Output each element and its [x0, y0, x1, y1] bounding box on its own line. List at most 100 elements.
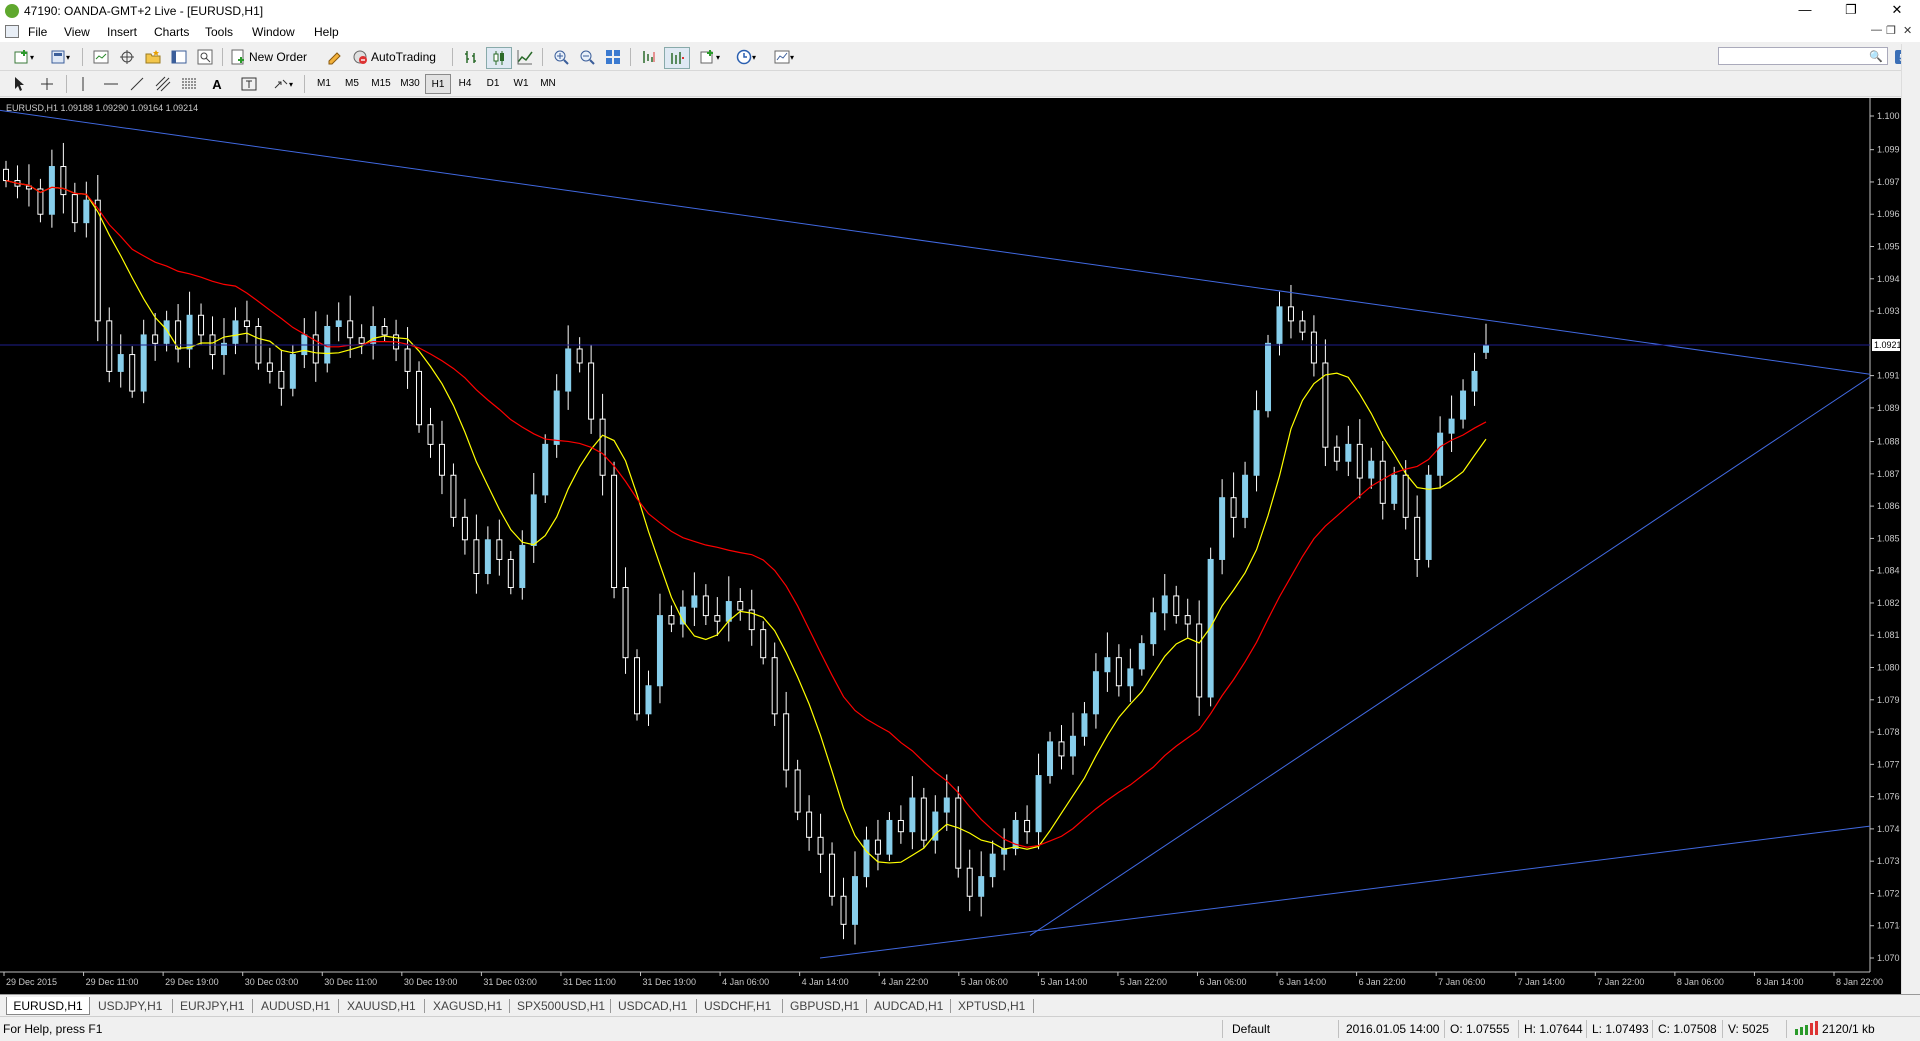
mdi-minimize-button[interactable]: — — [1871, 24, 1882, 36]
tf-d1[interactable]: D1 — [480, 74, 506, 94]
tab-xptusd[interactable]: XPTUSD,H1 — [956, 997, 1027, 1015]
vertical-scrollbar[interactable] — [1901, 44, 1920, 994]
tf-w1[interactable]: W1 — [508, 74, 534, 94]
restore-button[interactable]: ❐ — [1828, 0, 1874, 22]
vertical-line-button[interactable] — [72, 74, 94, 94]
bear-candle — [129, 354, 136, 392]
zoom-in-icon — [553, 49, 569, 65]
tf-m5[interactable]: M5 — [339, 74, 365, 94]
autotrading-button[interactable]: AutoTrading — [352, 47, 446, 67]
tf-m1[interactable]: M1 — [311, 74, 337, 94]
time-label: 6 Jan 14:00 — [1279, 977, 1326, 987]
search-box[interactable]: 🔍 — [1718, 47, 1888, 65]
fibonacci-icon — [181, 76, 197, 92]
zoom-in-button[interactable] — [550, 47, 572, 67]
terminal-button[interactable] — [168, 47, 190, 67]
candlestick-chart-button[interactable] — [486, 47, 512, 69]
new-order-button[interactable]: New Order — [230, 47, 318, 67]
tab-audcad[interactable]: AUDCAD,H1 — [872, 997, 945, 1015]
auto-scroll-icon — [669, 50, 685, 66]
menu-help[interactable]: Help — [314, 25, 339, 39]
tab-gbpusd[interactable]: GBPUSD,H1 — [788, 997, 861, 1015]
data-window-button[interactable] — [116, 47, 138, 67]
cursor-button[interactable] — [8, 74, 30, 94]
menu-tools[interactable]: Tools — [205, 25, 233, 39]
bear-candle — [1230, 497, 1237, 518]
menu-window[interactable]: Window — [252, 25, 295, 39]
bull-candle — [1150, 612, 1157, 645]
symbol-tabs-bar: EURUSD,H1 USDJPY,H1 EURJPY,H1 AUDUSD,H1 … — [0, 994, 1920, 1017]
bear-candle — [611, 474, 618, 589]
arrows-button[interactable]: ▾ — [268, 74, 298, 94]
chart-window-icon[interactable] — [5, 25, 19, 38]
time-label: 6 Jan 06:00 — [1199, 977, 1246, 987]
cursor-icon — [11, 76, 27, 92]
profiles-button[interactable]: ▾ — [44, 47, 76, 67]
search-icon[interactable]: 🔍 — [1869, 50, 1883, 63]
crosshair-button[interactable] — [36, 74, 58, 94]
mdi-restore-button[interactable]: ❐ — [1886, 24, 1896, 37]
price-label: 1.08870 — [1877, 437, 1900, 447]
strategy-tester-button[interactable] — [194, 47, 216, 67]
bull-candle — [335, 320, 342, 328]
tf-h4[interactable]: H4 — [452, 74, 478, 94]
zoom-out-button[interactable] — [576, 47, 598, 67]
text-label-button[interactable] — [238, 74, 260, 94]
close-button[interactable]: ✕ — [1874, 0, 1920, 22]
tab-spx500usd[interactable]: SPX500USD,H1 — [515, 997, 607, 1015]
tab-usdcad[interactable]: USDCAD,H1 — [616, 997, 689, 1015]
new-chart-button[interactable]: ▾ — [8, 47, 40, 67]
tile-windows-button[interactable] — [602, 47, 624, 67]
bull-candle — [1448, 418, 1455, 434]
tab-eurusd[interactable]: EURUSD,H1 — [6, 997, 90, 1015]
bear-candle — [737, 601, 744, 611]
metaeditor-button[interactable] — [324, 47, 346, 67]
tf-m15[interactable]: M15 — [367, 74, 395, 94]
tab-eurjpy[interactable]: EURJPY,H1 — [178, 997, 246, 1015]
menu-charts[interactable]: Charts — [154, 25, 189, 39]
chart-window[interactable]: EURUSD,H1 1.09188 1.09290 1.09164 1.0921… — [0, 98, 1920, 994]
bear-candle — [507, 558, 514, 589]
market-watch-button[interactable] — [90, 47, 112, 67]
minimize-button[interactable]: — — [1782, 0, 1828, 22]
auto-scroll-button[interactable] — [664, 47, 690, 69]
bull-candle — [232, 320, 239, 344]
new-order-label: New Order — [249, 50, 308, 64]
equidistant-channel-button[interactable] — [152, 74, 174, 94]
bar-chart-button[interactable] — [460, 47, 482, 67]
menu-insert[interactable]: Insert — [107, 25, 137, 39]
bear-candle — [461, 516, 468, 541]
indicators-button[interactable]: ▾ — [694, 47, 726, 67]
price-label: 1.09105 — [1877, 371, 1900, 381]
bear-candle — [874, 839, 881, 855]
tf-m30[interactable]: M30 — [396, 74, 424, 94]
line-chart-button[interactable] — [514, 47, 536, 67]
periods-button[interactable]: ▾ — [730, 47, 762, 67]
clock-icon — [736, 49, 752, 65]
fibonacci-button[interactable] — [178, 74, 200, 94]
tab-usdchf[interactable]: USDCHF,H1 — [702, 997, 773, 1015]
search-input[interactable] — [1722, 49, 1866, 65]
mdi-close-button[interactable]: ✕ — [1903, 24, 1912, 37]
menu-view[interactable]: View — [64, 25, 90, 39]
templates-button[interactable]: ▾ — [768, 47, 800, 67]
price-label: 1.08410 — [1877, 566, 1900, 576]
time-label: 31 Dec 03:00 — [483, 977, 537, 987]
chart-shift-button[interactable] — [638, 47, 660, 67]
menu-file[interactable]: File — [28, 25, 47, 39]
tf-h1[interactable]: H1 — [425, 74, 451, 94]
price-chart[interactable]: EURUSD,H1 1.09188 1.09290 1.09164 1.0921… — [0, 98, 1910, 994]
tab-xagusd[interactable]: XAGUSD,H1 — [431, 997, 504, 1015]
tab-xauusd[interactable]: XAUUSD,H1 — [345, 997, 418, 1015]
tab-usdjpy[interactable]: USDJPY,H1 — [96, 997, 164, 1015]
text-button[interactable]: A — [206, 74, 228, 94]
trendline-button[interactable] — [126, 74, 148, 94]
horizontal-line-icon — [103, 76, 119, 92]
horizontal-line-button[interactable] — [100, 74, 122, 94]
price-label: 1.08065 — [1877, 663, 1900, 673]
tf-mn[interactable]: MN — [535, 74, 561, 94]
tab-audusd[interactable]: AUDUSD,H1 — [259, 997, 332, 1015]
bear-candle — [278, 370, 285, 389]
status-traffic: 2120/1 kb — [1822, 1022, 1875, 1036]
navigator-button[interactable] — [142, 47, 164, 67]
